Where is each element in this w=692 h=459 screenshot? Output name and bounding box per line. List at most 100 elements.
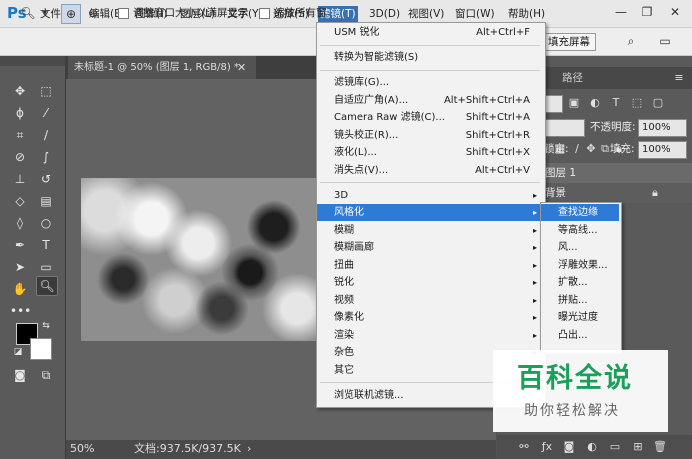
filter-menu-item[interactable]: 锐化 ▸	[317, 274, 543, 291]
menu-3d[interactable]: 3D(D)	[369, 6, 400, 22]
filter-menu-item[interactable]: USM 锐化 Alt+Ctrl+F	[317, 24, 543, 41]
layer-style-icon[interactable]: ƒx	[538, 439, 556, 455]
gradient-tool-icon[interactable]: ▤	[36, 192, 56, 210]
chevron-down-icon[interactable]: ▾	[40, 4, 50, 22]
resize-windows-label: 调整窗口大小以满屏显示	[133, 7, 249, 19]
zoom-tool-icon[interactable]: 🔍︎	[36, 276, 58, 296]
magic-wand-tool-icon[interactable]: ⁄	[36, 104, 56, 122]
layer-filter-dropdown[interactable]	[544, 95, 563, 113]
link-layers-icon[interactable]: ⚯	[515, 439, 533, 455]
document-tab[interactable]: 未标题-1 @ 50% (图层 1, RGB/8) *	[68, 56, 256, 79]
filter-smart-object-icon[interactable]: ▢	[651, 95, 665, 111]
quick-mask-icon[interactable]: ◙	[10, 366, 30, 384]
filter-menu-item[interactable]: Camera Raw 滤镜(C)... Shift+Ctrl+A	[317, 109, 543, 126]
filter-menu-item[interactable]: 镜头校正(R)... Shift+Ctrl+R	[317, 127, 543, 144]
layer-row-layer1[interactable]: 图层 1	[543, 163, 692, 183]
menu-help[interactable]: 帮助(H)	[508, 6, 545, 22]
lock-position-icon[interactable]: ✥	[584, 141, 598, 157]
new-layer-icon[interactable]: ⊞	[629, 439, 647, 455]
filter-type-icon[interactable]: T	[609, 95, 623, 111]
menu-window[interactable]: 窗口(W)	[455, 6, 495, 22]
move-tool-icon[interactable]: ✥	[10, 82, 30, 100]
document-size-info: 文档:937.5K/937.5K	[134, 442, 241, 455]
zoom-all-checkbox[interactable]	[259, 8, 270, 19]
search-icon[interactable]: ⌕	[622, 32, 640, 50]
filter-menu-item-stylize[interactable]: 风格化 ▸	[317, 204, 543, 221]
close-window-icon[interactable]: ✕	[664, 3, 686, 21]
submenu-item[interactable]: 扩散...	[541, 274, 619, 291]
delete-layer-icon[interactable]: 🗑︎	[651, 439, 669, 455]
watermark-logo: 百科全说	[517, 363, 633, 394]
filter-menu-item[interactable]: 像素化 ▸	[317, 309, 543, 326]
workspace-icon[interactable]: ▭	[656, 32, 674, 50]
background-color-swatch[interactable]	[30, 338, 52, 360]
clouds-image-canvas[interactable]	[81, 178, 316, 341]
resize-windows-checkbox[interactable]	[118, 8, 129, 19]
filter-menu-item[interactable]: 视频 ▸	[317, 292, 543, 309]
filter-menu-item[interactable]: 滤镜库(G)...	[317, 74, 543, 91]
zoom-in-icon[interactable]: ⊕	[61, 4, 81, 24]
crop-tool-icon[interactable]: ⌗	[10, 126, 30, 144]
tab-paths[interactable]: 路径	[562, 67, 592, 89]
submenu-item[interactable]: 拼贴...	[541, 292, 619, 309]
close-tab-icon[interactable]: ✕	[237, 56, 249, 79]
filter-menu-item[interactable]: 扭曲 ▸	[317, 257, 543, 274]
lock-pixels-icon[interactable]: ▦	[553, 141, 567, 157]
filter-shape-icon[interactable]: ⬚	[630, 95, 644, 111]
lasso-tool-icon[interactable]: ϕ	[10, 104, 30, 122]
filter-menu-item[interactable]: 渲染 ▸	[317, 327, 543, 344]
filter-menu-item[interactable]: 液化(L)... Shift+Ctrl+X	[317, 144, 543, 161]
eraser-tool-icon[interactable]: ◇	[10, 192, 30, 210]
zoom-tool-preset-icon[interactable]: 🔍︎	[18, 4, 38, 22]
zoom-out-icon[interactable]: ⊖	[84, 4, 102, 22]
restore-icon[interactable]: ❐	[636, 3, 658, 21]
hand-tool-icon[interactable]: ✋	[10, 280, 30, 298]
lock-paint-icon[interactable]: ∕	[570, 141, 584, 157]
fill-screen-button[interactable]: 填充屏幕	[542, 33, 596, 51]
blend-mode-dropdown[interactable]	[544, 119, 585, 137]
brush-tool-icon[interactable]: ∫	[36, 148, 56, 166]
opacity-field[interactable]: 100%	[638, 119, 687, 137]
submenu-item[interactable]: 曝光过度	[541, 309, 619, 326]
filter-menu-item[interactable]: 自适应广角(A)... Alt+Shift+Ctrl+A	[317, 92, 543, 109]
filter-menu-item[interactable]: 消失点(V)... Alt+Ctrl+V	[317, 162, 543, 179]
blur-tool-icon[interactable]: ◊	[10, 214, 30, 232]
layer-row-background[interactable]: 背景	[543, 183, 692, 203]
screen-mode-icon[interactable]: ⧉	[36, 366, 56, 384]
menu-view[interactable]: 视图(V)	[408, 6, 444, 22]
eyedropper-tool-icon[interactable]: ∕	[36, 126, 56, 144]
rectangle-tool-icon[interactable]: ▭	[36, 258, 56, 276]
layer-mask-icon[interactable]: ◙	[560, 439, 578, 455]
filter-adjustment-icon[interactable]: ◐	[588, 95, 602, 111]
marquee-tool-icon[interactable]: ⬚	[36, 82, 56, 100]
filter-menu-item[interactable]: 模糊 ▸	[317, 222, 543, 239]
zoom-all-label: 缩放所有窗	[274, 7, 327, 19]
submenu-item[interactable]: 浮雕效果...	[541, 257, 619, 274]
group-layers-icon[interactable]: ▭	[606, 439, 624, 455]
filter-pixel-icon[interactable]: ▣	[567, 95, 581, 111]
default-colors-icon[interactable]: ◪	[12, 346, 24, 358]
edit-toolbar-icon[interactable]: •••	[10, 302, 31, 320]
path-selection-tool-icon[interactable]: ➤	[10, 258, 30, 276]
swap-colors-icon[interactable]: ⇆	[40, 320, 52, 332]
history-brush-tool-icon[interactable]: ↺	[36, 170, 56, 188]
submenu-item-find-edges[interactable]: 查找边缘	[541, 204, 619, 221]
clone-stamp-tool-icon[interactable]: ⊥	[10, 170, 30, 188]
submenu-item[interactable]: 风...	[541, 239, 619, 256]
tools-panel-grip[interactable]	[0, 56, 65, 66]
adjustment-layer-icon[interactable]: ◐	[583, 439, 601, 455]
submenu-item[interactable]: 凸出...	[541, 327, 619, 344]
panel-menu-icon[interactable]: ≡	[672, 70, 686, 86]
minimize-icon[interactable]: —	[610, 3, 632, 21]
dodge-tool-icon[interactable]: ○	[36, 214, 56, 232]
zoom-level-field[interactable]: 50%	[70, 442, 110, 456]
healing-brush-tool-icon[interactable]: ⊘	[10, 148, 30, 166]
type-tool-icon[interactable]: T	[36, 236, 56, 254]
filter-menu-item[interactable]: 模糊画廊 ▸	[317, 239, 543, 256]
fill-field[interactable]: 100%	[638, 141, 687, 159]
pen-tool-icon[interactable]: ✒	[10, 236, 30, 254]
status-menu-arrow-icon[interactable]: ›	[247, 442, 257, 456]
filter-menu-item[interactable]: 转换为智能滤镜(S)	[317, 49, 543, 66]
submenu-item[interactable]: 等高线...	[541, 222, 619, 239]
filter-menu-item[interactable]: 3D ▸	[317, 187, 543, 204]
